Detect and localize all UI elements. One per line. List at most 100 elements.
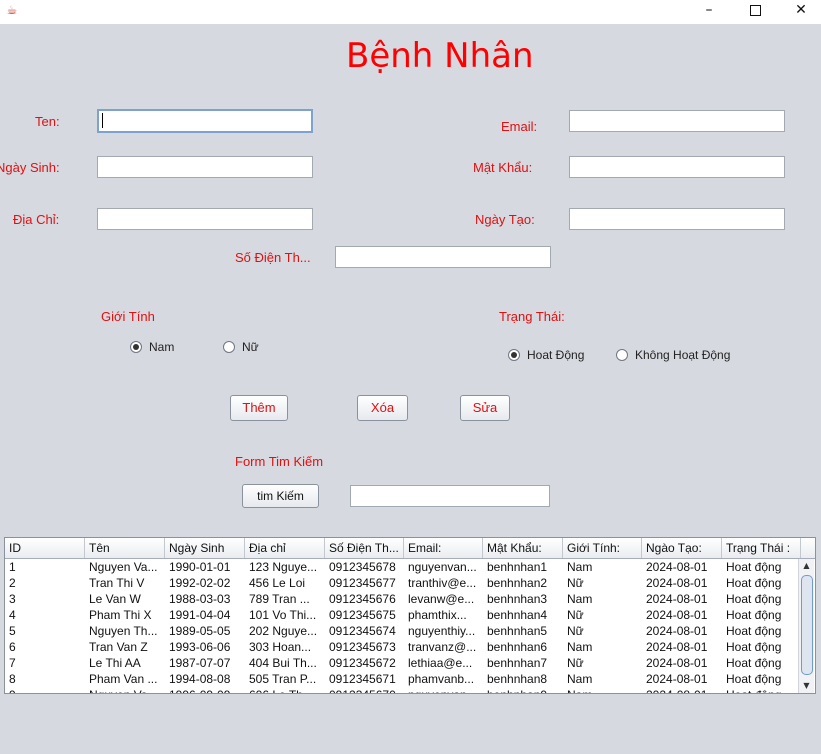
ngay-tao-field[interactable] — [569, 208, 785, 230]
table-cell: Nguyen Va... — [85, 687, 165, 693]
table-cell: 2024-08-01 — [646, 560, 708, 574]
status-radio-hoat-dong[interactable]: Hoat Động — [508, 348, 584, 362]
table-row[interactable]: 8 Pham Van ... 1994-08-08 505 Tran P... 0912… — [5, 671, 801, 687]
table-row[interactable]: 4 Pham Thi X 1991-04-04 101 Vo Thi... 091234… — [5, 607, 801, 623]
table-scrollbar[interactable]: ▲ ▼ — [798, 559, 814, 693]
table-cell: Hoat động — [726, 560, 782, 574]
table-cell: phamthix... — [408, 608, 467, 622]
table-cell: benhnhan9 — [483, 687, 563, 693]
ten-field[interactable] — [97, 109, 313, 133]
column-header[interactable]: Ngày Sinh — [165, 538, 245, 558]
table-cell: nguyenvan... — [404, 687, 483, 693]
gender-radio-nam[interactable]: Nam — [130, 340, 174, 354]
table-row[interactable]: 6 Tran Van Z 1993-06-06 303 Hoan... 09123456… — [5, 639, 801, 655]
table-cell: 2024-08-01 — [646, 592, 708, 606]
table-cell: benhnhan3 — [487, 592, 548, 606]
table-cell: 123 Nguye... — [249, 560, 318, 574]
mat-khau-label: Mật Khẩu: — [473, 160, 533, 175]
table-cell: Hoat động — [726, 592, 782, 606]
status-radio-khong-hoat-dong[interactable]: Không Hoạt Động — [616, 348, 730, 362]
page-title: Bệnh Nhân — [346, 36, 534, 76]
ngay-sinh-label: Ngày Sinh: — [0, 160, 60, 175]
java-icon: ☕ — [6, 3, 18, 17]
table-cell: 2 — [9, 576, 16, 590]
search-section-label: Form Tim Kiếm — [235, 454, 324, 469]
table-cell: 1990-01-01 — [169, 560, 231, 574]
table-cell: 1996-09-09 — [165, 687, 245, 693]
table-cell: 1989-05-05 — [169, 624, 231, 638]
table-cell: 1991-04-04 — [169, 608, 231, 622]
table-row[interactable]: 5 Nguyen Th... 1989-05-05 202 Nguye... 09123… — [5, 623, 801, 639]
status-option-label: Không Hoạt Động — [635, 348, 731, 362]
table-cell: 0912345673 — [329, 640, 396, 654]
table-cell: 303 Hoan... — [249, 640, 312, 654]
scroll-down-icon[interactable]: ▼ — [799, 679, 814, 693]
scroll-thumb[interactable] — [801, 575, 813, 675]
close-button[interactable]: ✕ — [778, 0, 821, 22]
table-cell: benhnhan1 — [487, 560, 548, 574]
email-field[interactable] — [569, 110, 785, 132]
table-cell: lethiaa@e... — [408, 656, 473, 670]
dia-chi-field[interactable] — [97, 208, 313, 230]
column-header[interactable]: ID — [5, 538, 85, 558]
table-cell: 505 Tran P... — [249, 672, 317, 686]
column-header[interactable]: Số Điện Th... — [325, 538, 404, 558]
table-cell: 2024-08-01 — [646, 608, 708, 622]
table-cell: tranvanz@... — [408, 640, 477, 654]
search-button[interactable]: tim Kiếm — [242, 484, 319, 508]
table-cell: Le Van W — [89, 592, 141, 606]
gender-label: Giới Tính — [101, 309, 155, 324]
edit-button[interactable]: Sửa — [460, 395, 510, 421]
table-row[interactable]: 1 Nguyen Va... 1990-01-01 123 Nguye... 09123… — [5, 559, 801, 575]
column-header[interactable]: Giới Tính: — [563, 538, 642, 558]
table-cell: Nữ — [567, 656, 584, 670]
column-header[interactable]: Trạng Thái : — [722, 538, 801, 558]
table-cell: benhnhan5 — [487, 624, 548, 638]
maximize-button[interactable] — [732, 0, 778, 22]
minimize-button[interactable]: – — [686, 0, 732, 22]
table-cell: Le Thi AA — [89, 656, 141, 670]
table-cell: 5 — [9, 624, 16, 638]
table-cell: 0912345677 — [329, 576, 396, 590]
table-row[interactable]: 7 Le Thi AA 1987-07-07 404 Bui Th... 0912345… — [5, 655, 801, 671]
email-label: Email: — [501, 119, 538, 134]
column-header[interactable]: Địa chỉ — [245, 538, 325, 558]
column-header[interactable]: Tên — [85, 538, 165, 558]
table-cell: Nam — [567, 640, 593, 654]
maximize-icon — [749, 4, 761, 16]
table-cell: tranthiv@e... — [408, 576, 477, 590]
table-cell: 1 — [9, 560, 16, 574]
table-row[interactable]: 9Nguyen Va...1996-09-09606 Le Th...09123… — [5, 687, 801, 693]
table-cell: 2024-08-01 — [646, 576, 708, 590]
table-cell: Nam — [567, 560, 593, 574]
table-cell: 2024-08-01 — [646, 624, 708, 638]
table-cell: Nam — [567, 672, 593, 686]
table-cell: 101 Vo Thi... — [249, 608, 317, 622]
table-cell: Hoat động — [722, 687, 801, 693]
table-cell: 9 — [5, 687, 85, 693]
table-cell: 0912345670 — [325, 687, 404, 693]
gender-option-label: Nữ — [242, 340, 259, 354]
window-titlebar: ☕ – ✕ — [0, 0, 821, 24]
column-header[interactable]: Ngào Tạo: — [642, 538, 722, 558]
table-cell: Tran Thi V — [89, 576, 145, 590]
search-input[interactable] — [350, 485, 550, 507]
status-label: Trạng Thái: — [499, 309, 565, 324]
add-button[interactable]: Thêm — [230, 395, 288, 421]
table-cell: Hoat động — [726, 624, 782, 638]
scroll-up-icon[interactable]: ▲ — [799, 559, 814, 573]
delete-button[interactable]: Xóa — [357, 395, 408, 421]
so-dien-thoai-field[interactable] — [335, 246, 551, 268]
radio-selected-icon — [508, 349, 520, 361]
table-cell: Hoat động — [726, 672, 782, 686]
column-header[interactable]: Mật Khẩu: — [483, 538, 563, 558]
gender-radio-nu[interactable]: Nữ — [223, 340, 259, 354]
column-header[interactable]: Email: — [404, 538, 483, 558]
status-option-label: Hoat Động — [527, 348, 585, 362]
mat-khau-field[interactable] — [569, 156, 785, 178]
ngay-tao-label: Ngày Tạo: — [475, 212, 535, 227]
table-row[interactable]: 2 Tran Thi V 1992-02-02 456 Le Loi 091234567… — [5, 575, 801, 591]
ngay-sinh-field[interactable] — [97, 156, 313, 178]
table-cell: benhnhan7 — [487, 656, 548, 670]
table-row[interactable]: 3 Le Van W 1988-03-03 789 Tran ... 091234567… — [5, 591, 801, 607]
